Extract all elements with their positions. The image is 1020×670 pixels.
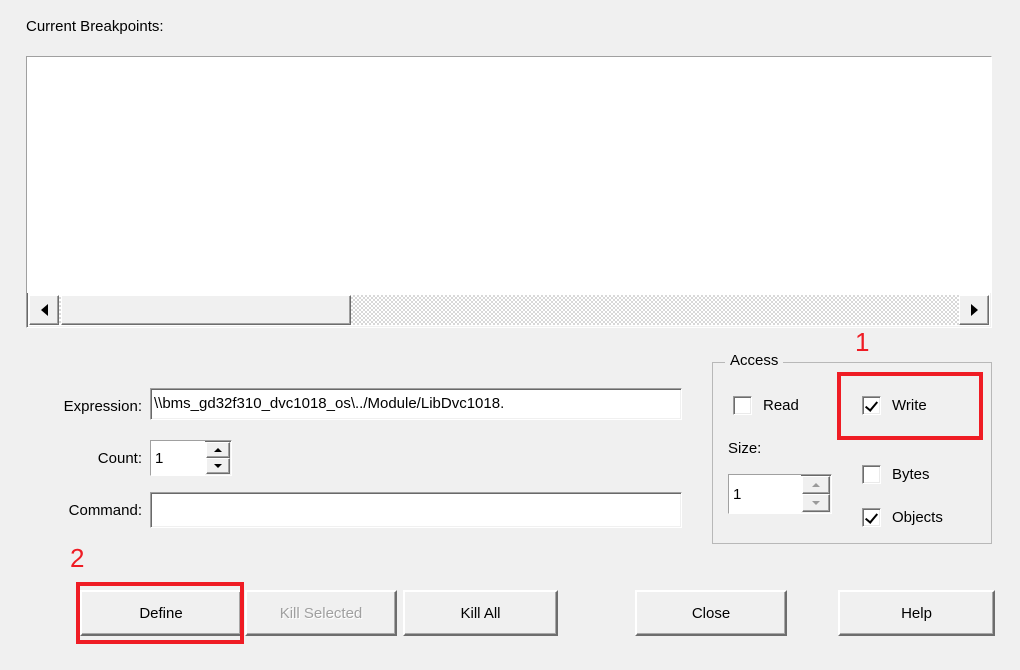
size-increment-button[interactable] [802, 476, 830, 494]
kill-selected-button: Kill Selected [245, 590, 397, 636]
count-stepper-buttons[interactable] [206, 442, 230, 474]
kill-all-button[interactable]: Kill All [403, 590, 558, 636]
breakpoints-listbox[interactable] [26, 56, 992, 328]
checkbox-bytes-box[interactable] [862, 465, 881, 484]
size-input[interactable]: 1 [729, 475, 801, 513]
chevron-up-icon [812, 483, 820, 487]
checkbox-objects-box[interactable] [862, 508, 881, 527]
arrow-left-icon [40, 304, 48, 316]
checkbox-objects[interactable]: Objects [862, 508, 943, 527]
current-breakpoints-label: Current Breakpoints: [26, 18, 164, 35]
command-input[interactable] [150, 492, 682, 528]
define-button[interactable]: Define [80, 590, 242, 636]
checkbox-bytes-label: Bytes [892, 466, 930, 483]
count-input[interactable]: 1 [151, 441, 205, 475]
close-button[interactable]: Close [635, 590, 787, 636]
checkbox-read-label: Read [763, 397, 799, 414]
checkbox-write[interactable]: Write [862, 396, 927, 415]
checkbox-write-box[interactable] [862, 396, 881, 415]
chevron-up-icon [214, 448, 222, 452]
access-groupbox-legend: Access [725, 352, 784, 369]
size-stepper-buttons[interactable] [802, 476, 830, 512]
breakpoints-dialog: Current Breakpoints: Expression: \\bms_g… [0, 0, 1020, 670]
checkbox-read[interactable]: Read [733, 396, 799, 415]
annotation-step-2: 2 [70, 543, 85, 573]
count-decrement-button[interactable] [206, 458, 230, 474]
scrollbar-thumb[interactable] [61, 295, 351, 325]
checkbox-bytes[interactable]: Bytes [862, 465, 930, 484]
horizontal-scrollbar[interactable] [29, 295, 989, 325]
checkbox-read-box[interactable] [733, 396, 752, 415]
size-decrement-button[interactable] [802, 494, 830, 512]
help-button[interactable]: Help [838, 590, 995, 636]
scroll-right-button[interactable] [959, 295, 989, 325]
count-increment-button[interactable] [206, 442, 230, 458]
command-label: Command: [68, 502, 142, 519]
size-label: Size: [728, 440, 762, 457]
checkbox-objects-label: Objects [892, 509, 943, 526]
checkbox-write-label: Write [892, 397, 927, 414]
expression-input[interactable]: \\bms_gd32f310_dvc1018_os\../Module/LibD… [150, 388, 682, 420]
count-label: Count: [97, 450, 142, 467]
annotation-step-1: 1 [855, 327, 870, 357]
count-stepper[interactable]: 1 [150, 440, 232, 476]
size-stepper[interactable]: 1 [728, 474, 832, 514]
arrow-right-icon [970, 304, 978, 316]
chevron-down-icon [214, 464, 222, 468]
expression-label: Expression: [63, 398, 142, 415]
chevron-down-icon [812, 501, 820, 505]
scroll-left-button[interactable] [29, 295, 59, 325]
breakpoints-listbox-content[interactable] [27, 57, 991, 293]
